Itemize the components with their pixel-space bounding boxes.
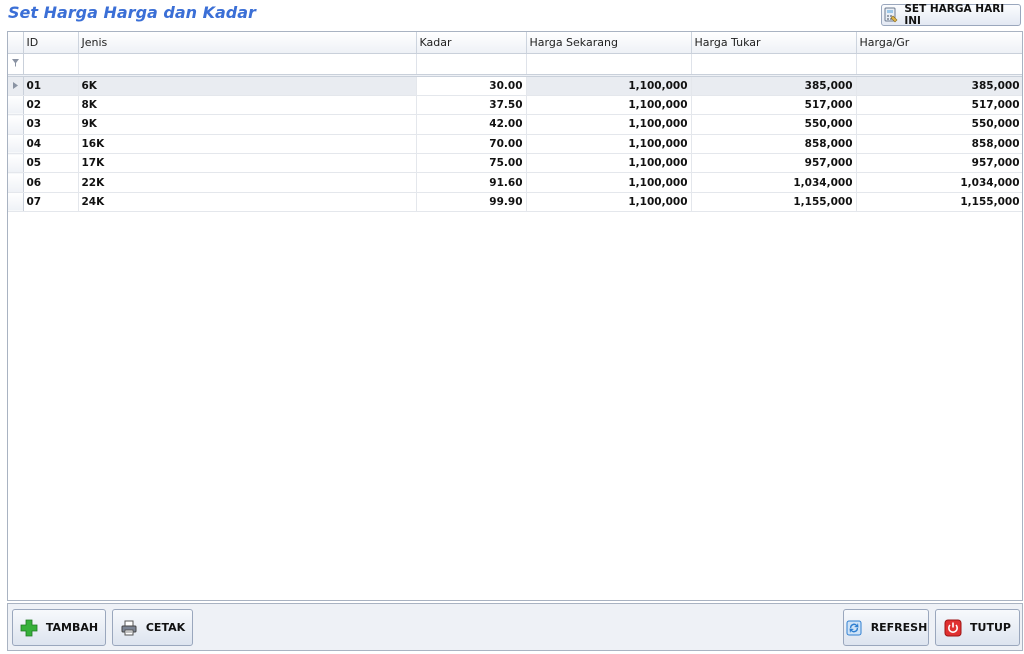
cell-jenis[interactable]: 8K xyxy=(78,95,417,116)
cell-harga-tukar[interactable]: 550,000 xyxy=(691,114,857,135)
cell-jenis[interactable]: 17K xyxy=(78,153,417,174)
calculator-icon xyxy=(882,6,899,24)
cell-harga-tukar[interactable]: 517,000 xyxy=(691,95,857,116)
row-indicator[interactable] xyxy=(8,153,24,174)
refresh-button[interactable]: REFRESH xyxy=(843,609,929,646)
cell-harga-sekarang[interactable]: 1,100,000 xyxy=(526,192,692,213)
cell-kadar[interactable]: 91.60 xyxy=(416,172,527,193)
filter-icon xyxy=(8,53,24,75)
table-row[interactable]: 04 16K 70.00 1,100,000 858,000 858,000 xyxy=(8,134,1022,155)
page-title: Set Harga Harga dan Kadar xyxy=(8,3,256,22)
cell-harga-per-gram[interactable]: 957,000 xyxy=(856,153,1022,174)
cell-harga-sekarang[interactable]: 1,100,000 xyxy=(526,95,692,116)
cell-id[interactable]: 07 xyxy=(23,192,79,213)
table-row[interactable]: 01 6K 30.00 1,100,000 385,000 385,000 xyxy=(8,76,1022,96)
cell-harga-per-gram[interactable]: 858,000 xyxy=(856,134,1022,155)
cell-jenis[interactable]: 22K xyxy=(78,172,417,193)
cell-jenis[interactable]: 6K xyxy=(78,76,417,96)
row-indicator[interactable] xyxy=(8,134,24,155)
cell-harga-sekarang[interactable]: 1,100,000 xyxy=(526,76,692,96)
refresh-icon xyxy=(845,619,863,637)
tambah-button[interactable]: TAMBAH xyxy=(12,609,106,646)
cell-id[interactable]: 03 xyxy=(23,114,79,135)
column-header-jenis[interactable]: Jenis xyxy=(78,32,417,54)
set-harga-hari-ini-label: SET HARGA HARI INI xyxy=(904,3,1005,27)
cell-harga-tukar[interactable]: 385,000 xyxy=(691,76,857,96)
printer-icon xyxy=(120,619,138,637)
filter-cell-harga-per-gram[interactable] xyxy=(856,53,1022,75)
cell-harga-sekarang[interactable]: 1,100,000 xyxy=(526,172,692,193)
tutup-label: TUTUP xyxy=(970,621,1011,634)
cell-harga-sekarang[interactable]: 1,100,000 xyxy=(526,153,692,174)
column-header-id[interactable]: ID xyxy=(23,32,79,54)
column-header-kadar[interactable]: Kadar xyxy=(416,32,527,54)
row-indicator[interactable] xyxy=(8,172,24,193)
row-indicator[interactable] xyxy=(8,76,24,96)
filter-cell-jenis[interactable] xyxy=(78,53,417,75)
refresh-label: REFRESH xyxy=(870,621,928,634)
cell-id[interactable]: 02 xyxy=(23,95,79,116)
cell-harga-sekarang[interactable]: 1,100,000 xyxy=(526,114,692,135)
column-header-harga-per-gram[interactable]: Harga/Gr xyxy=(856,32,1022,54)
plus-icon xyxy=(20,619,38,637)
filter-cell-kadar[interactable] xyxy=(416,53,527,75)
cell-jenis[interactable]: 9K xyxy=(78,114,417,135)
cell-kadar[interactable]: 37.50 xyxy=(416,95,527,116)
cell-kadar[interactable]: 75.00 xyxy=(416,153,527,174)
table-row[interactable]: 07 24K 99.90 1,100,000 1,155,000 1,155,000 xyxy=(8,192,1022,213)
filter-cell-id[interactable] xyxy=(23,53,79,75)
filter-cell-harga-tukar[interactable] xyxy=(691,53,857,75)
cell-harga-per-gram[interactable]: 1,155,000 xyxy=(856,192,1022,213)
grid-body: 01 6K 30.00 1,100,000 385,000 385,000 02 8K 37.5… xyxy=(8,76,1022,213)
table-row[interactable]: 06 22K 91.60 1,100,000 1,034,000 1,034,000 xyxy=(8,172,1022,193)
cell-harga-tukar[interactable]: 957,000 xyxy=(691,153,857,174)
cetak-label: CETAK xyxy=(145,621,186,634)
cell-id[interactable]: 05 xyxy=(23,153,79,174)
table-row[interactable]: 02 8K 37.50 1,100,000 517,000 517,000 xyxy=(8,95,1022,116)
tutup-button[interactable]: TUTUP xyxy=(935,609,1020,646)
price-grid[interactable]: ID Jenis Kadar Harga Sekarang Harga Tuka… xyxy=(7,31,1023,601)
cell-harga-tukar[interactable]: 1,155,000 xyxy=(691,192,857,213)
cell-jenis[interactable]: 24K xyxy=(78,192,417,213)
cell-kadar[interactable]: 70.00 xyxy=(416,134,527,155)
cell-id[interactable]: 01 xyxy=(23,76,79,96)
bottom-toolbar: TAMBAH CETAK REFRESH TUTUP xyxy=(7,603,1023,651)
row-indicator[interactable] xyxy=(8,114,24,135)
cell-harga-sekarang[interactable]: 1,100,000 xyxy=(526,134,692,155)
auto-filter-row xyxy=(8,53,1022,75)
column-header-harga-tukar[interactable]: Harga Tukar xyxy=(691,32,857,54)
cell-harga-tukar[interactable]: 1,034,000 xyxy=(691,172,857,193)
cell-harga-tukar[interactable]: 858,000 xyxy=(691,134,857,155)
set-harga-hari-ini-button[interactable]: SET HARGA HARI INI xyxy=(881,3,1021,27)
cell-harga-per-gram[interactable]: 550,000 xyxy=(856,114,1022,135)
table-row[interactable]: 03 9K 42.00 1,100,000 550,000 550,000 xyxy=(8,114,1022,135)
header-indicator-cell xyxy=(8,32,24,54)
cell-jenis[interactable]: 16K xyxy=(78,134,417,155)
cell-harga-per-gram[interactable]: 517,000 xyxy=(856,95,1022,116)
cell-kadar[interactable]: 30.00 xyxy=(416,76,527,96)
filter-cell-harga-sekarang[interactable] xyxy=(526,53,692,75)
tambah-label: TAMBAH xyxy=(45,621,99,634)
cell-id[interactable]: 04 xyxy=(23,134,79,155)
table-row[interactable]: 05 17K 75.00 1,100,000 957,000 957,000 xyxy=(8,153,1022,174)
row-indicator[interactable] xyxy=(8,192,24,213)
cell-kadar[interactable]: 42.00 xyxy=(416,114,527,135)
row-indicator[interactable] xyxy=(8,95,24,116)
grid-header-row: ID Jenis Kadar Harga Sekarang Harga Tuka… xyxy=(8,32,1022,54)
column-header-harga-sekarang[interactable]: Harga Sekarang xyxy=(526,32,692,54)
cell-kadar[interactable]: 99.90 xyxy=(416,192,527,213)
cell-harga-per-gram[interactable]: 385,000 xyxy=(856,76,1022,96)
cell-harga-per-gram[interactable]: 1,034,000 xyxy=(856,172,1022,193)
cetak-button[interactable]: CETAK xyxy=(112,609,193,646)
cell-id[interactable]: 06 xyxy=(23,172,79,193)
row-pointer-icon xyxy=(12,81,18,89)
power-icon xyxy=(944,619,962,637)
